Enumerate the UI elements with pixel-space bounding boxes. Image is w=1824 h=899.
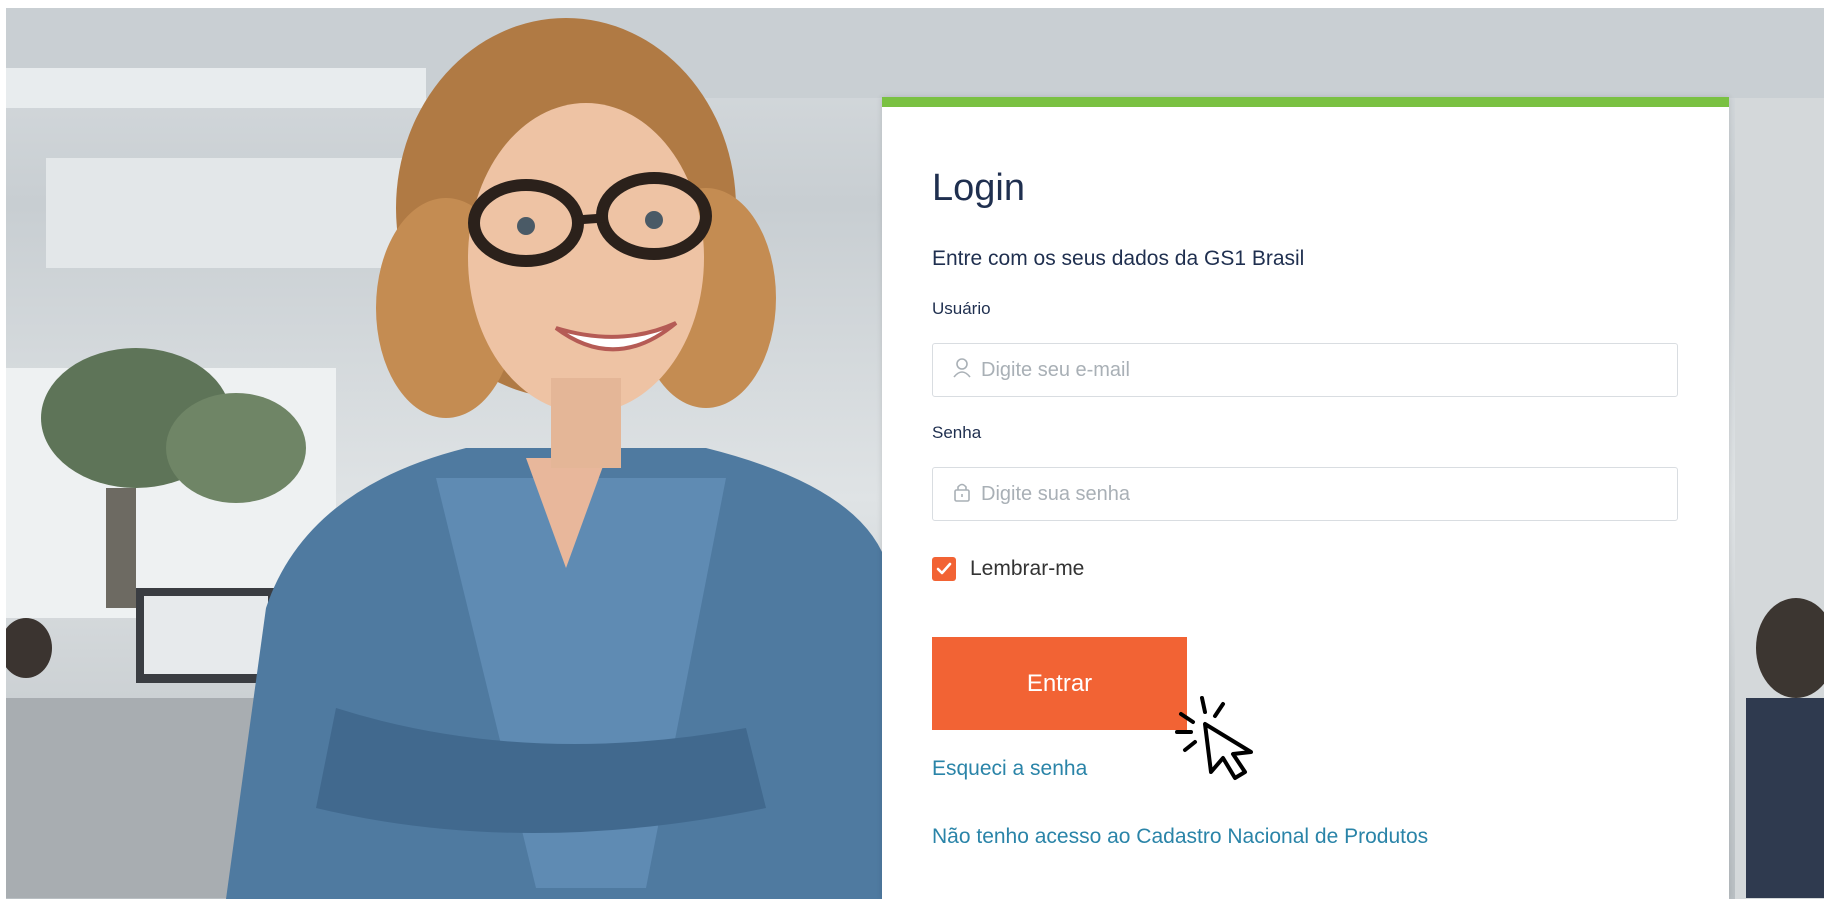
click-cursor-icon bbox=[1175, 694, 1265, 789]
password-input[interactable] bbox=[979, 481, 1623, 507]
lock-icon bbox=[953, 482, 971, 507]
login-subtitle: Entre com os seus dados da GS1 Brasil bbox=[932, 247, 1305, 270]
login-card: Login Entre com os seus dados da GS1 Bra… bbox=[882, 97, 1729, 899]
forgot-password-link[interactable]: Esqueci a senha bbox=[932, 757, 1087, 781]
password-label: Senha bbox=[932, 423, 982, 442]
username-input[interactable] bbox=[979, 357, 1623, 383]
remember-me-label[interactable]: Lembrar-me bbox=[970, 557, 1084, 581]
username-label: Usuário bbox=[932, 299, 991, 318]
submit-button[interactable]: Entrar bbox=[932, 637, 1187, 730]
no-access-link[interactable]: Não tenho acesso ao Cadastro Nacional de… bbox=[932, 825, 1428, 849]
user-icon bbox=[953, 357, 971, 383]
username-field[interactable] bbox=[932, 343, 1678, 397]
check-icon bbox=[936, 562, 952, 575]
password-field[interactable] bbox=[932, 467, 1678, 521]
remember-me-checkbox[interactable] bbox=[932, 557, 956, 581]
remember-me-row[interactable]: Lembrar-me bbox=[932, 557, 1084, 581]
login-title: Login bbox=[932, 167, 1025, 209]
